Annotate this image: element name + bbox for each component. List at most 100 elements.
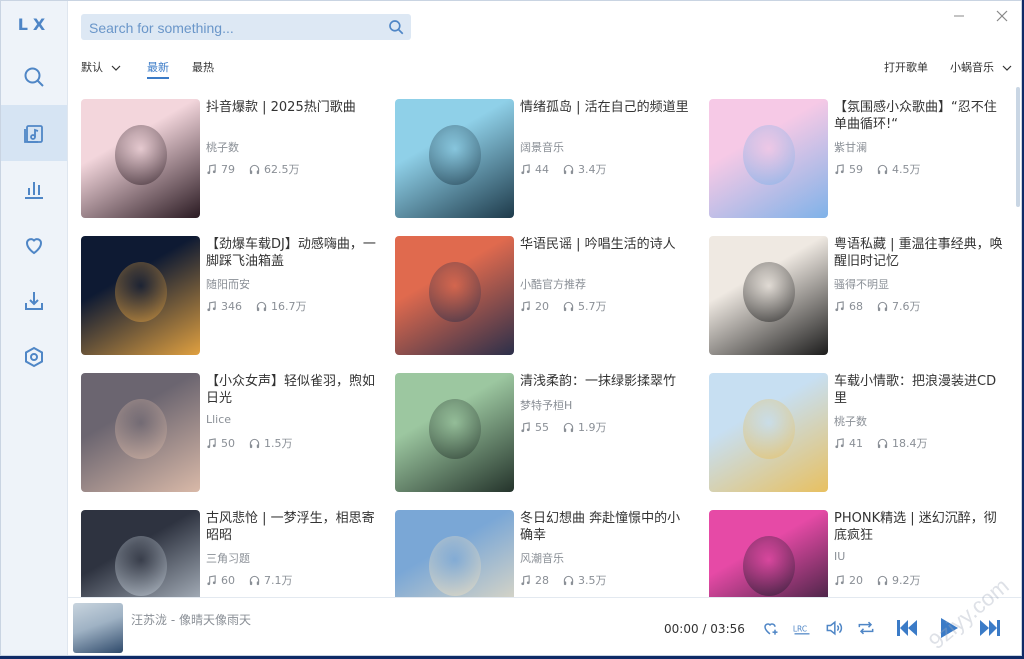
tab-active-indicator — [147, 77, 169, 79]
play-count: 3.5万 — [578, 574, 607, 587]
tab-hot[interactable]: 最热 — [192, 59, 214, 75]
playlist-title[interactable]: 【氛围感小众歌曲】“忍不住单曲循环!“ — [834, 99, 1004, 133]
music-note-icon — [521, 163, 530, 174]
playlist-card[interactable]: 车载小情歌：把浪漫装进CD里 桃子数 41 18.4万 — [709, 373, 1009, 493]
song-count: 41 — [849, 436, 863, 450]
playlist-cover[interactable] — [709, 373, 828, 492]
playlist-cover[interactable] — [81, 373, 200, 492]
playlist-stats: 55 1.9万 — [520, 419, 607, 435]
scrollbar-thumb[interactable] — [1016, 87, 1020, 207]
cover-artwork — [115, 125, 167, 185]
playlist-card[interactable]: 古风悲怆 | 一梦浮生，相思寄昭昭 三角习题 60 7.1万 — [81, 510, 381, 597]
playlist-title[interactable]: 车载小情歌：把浪漫装进CD里 — [834, 373, 1004, 407]
tab-new[interactable]: 最新 — [147, 59, 169, 75]
chart-icon — [25, 182, 43, 199]
minimize-icon[interactable] — [951, 8, 967, 24]
time-separator: / — [702, 622, 707, 636]
headphones-icon — [877, 575, 888, 585]
playlist-cover[interactable] — [395, 510, 514, 597]
source-dropdown[interactable]: 小蜗音乐 — [950, 59, 1012, 75]
playlist-title[interactable]: 【劲爆车载DJ】动感嗨曲，一脚踩飞油箱盖 — [206, 236, 376, 270]
chevron-down-icon — [1002, 65, 1011, 71]
close-icon[interactable] — [994, 8, 1010, 24]
playlist-card[interactable]: 【劲爆车载DJ】动感嗨曲，一脚踩飞油箱盖随阳而安 346 16.7万 — [81, 236, 381, 356]
player-track-title[interactable]: 汪苏泷 - 像晴天像雨天 — [131, 611, 251, 628]
playlist-card[interactable]: 华语民谣 | 吟唱生活的诗人 小酷官方推荐 20 5.7万 — [395, 236, 695, 356]
playlist-title[interactable]: 情绪孤岛 | 活在自己的频道里 — [520, 99, 690, 116]
player-time: 00:00 / 03:56 — [664, 622, 745, 636]
song-count: 28 — [535, 573, 549, 587]
playlist-card[interactable]: 抖音爆款 | 2025热门歌曲 桃子数 79 62.5万 — [81, 99, 381, 219]
song-count: 20 — [849, 573, 863, 587]
play-count: 1.9万 — [578, 421, 607, 434]
repeat-icon[interactable] — [856, 618, 876, 638]
playlist-cover[interactable] — [709, 510, 828, 597]
playlist-card[interactable]: 粤语私藏 | 重温往事经典，唤醒旧时记忆 骚得不明显 68 7.6万 — [709, 236, 1009, 356]
playlist-stats: 60 7.1万 — [206, 572, 293, 588]
playlist-title[interactable]: PHONK精选 | 迷幻沉醉，彻底疯狂 — [834, 510, 1004, 544]
headphones-icon — [563, 575, 574, 585]
download-icon — [25, 292, 43, 310]
source-label: 小蜗音乐 — [950, 61, 994, 74]
open-playlist-button[interactable]: 打开歌单 — [884, 59, 928, 75]
playlist-stats: 68 7.6万 — [834, 298, 921, 314]
sidebar-item-search[interactable] — [1, 49, 67, 105]
music-note-icon — [835, 300, 844, 311]
sidebar-item-download[interactable] — [1, 273, 67, 329]
headphones-icon — [256, 301, 267, 311]
music-note-icon — [521, 574, 530, 585]
play-count: 9.2万 — [892, 574, 921, 587]
search-input[interactable] — [87, 17, 381, 39]
headphones-icon — [249, 164, 260, 174]
playlist-title[interactable]: 华语民谣 | 吟唱生活的诗人 — [520, 236, 690, 253]
playlist-cover[interactable] — [709, 236, 828, 355]
playlist-card[interactable]: 冬日幻想曲 奔赴憧憬中的小确幸风潮音乐 28 3.5万 — [395, 510, 695, 597]
playlist-author: 随阳而安 — [206, 278, 250, 291]
playlist-author: 小酷官方推荐 — [520, 278, 586, 291]
playlist-title[interactable]: 清浅柔韵：一抹绿影揉翠竹 — [520, 373, 690, 390]
add-to-list-icon[interactable] — [760, 618, 780, 638]
playlist-cover[interactable] — [81, 99, 200, 218]
song-count: 50 — [221, 436, 235, 450]
cover-artwork — [429, 262, 481, 322]
playlist-cover[interactable] — [81, 236, 200, 355]
sidebar-item-charts[interactable] — [1, 161, 67, 217]
lyrics-icon[interactable]: LRC — [792, 618, 812, 638]
sidebar-item-favorites[interactable] — [1, 217, 67, 273]
playlist-author: IU — [834, 550, 846, 563]
playlist-grid: 抖音爆款 | 2025热门歌曲 桃子数 79 62.5万 情绪孤岛 | 活在自己的频道里… — [81, 99, 1011, 597]
playlist-cover[interactable] — [81, 510, 200, 597]
cover-artwork — [743, 536, 795, 596]
playlist-title[interactable]: 抖音爆款 | 2025热门歌曲 — [206, 99, 376, 116]
playlist-author: 风潮音乐 — [520, 552, 564, 565]
sidebar: LX — [1, 1, 68, 655]
search-icon[interactable] — [387, 18, 405, 36]
playlist-title[interactable]: 古风悲怆 | 一梦浮生，相思寄昭昭 — [206, 510, 376, 544]
playlist-author: 阔景音乐 — [520, 141, 564, 154]
music-note-icon — [207, 300, 216, 311]
volume-icon[interactable] — [824, 618, 844, 638]
play-count: 62.5万 — [264, 163, 300, 176]
playlist-card[interactable]: 【氛围感小众歌曲】“忍不住单曲循环!“ 紫甘澜 59 4.5万 — [709, 99, 1009, 219]
playlist-stats: 346 16.7万 — [206, 298, 307, 314]
playlist-card[interactable]: 情绪孤岛 | 活在自己的频道里 阔景音乐 44 3.4万 — [395, 99, 695, 219]
playlist-card[interactable]: PHONK精选 | 迷幻沉醉，彻底疯狂 IU 20 9.2万 — [709, 510, 1009, 597]
player-cover[interactable] — [73, 603, 123, 653]
sort-dropdown[interactable]: 默认 — [81, 59, 121, 75]
playlist-card[interactable]: 清浅柔韵：一抹绿影揉翠竹 梦特予桓H 55 1.9万 — [395, 373, 695, 493]
playlist-cover[interactable] — [395, 236, 514, 355]
sidebar-item-settings[interactable] — [1, 329, 67, 385]
time-total: 03:56 — [710, 622, 745, 636]
playlist-title[interactable]: 【小众女声】轻似雀羽，煦如日光 — [206, 373, 376, 407]
sidebar-item-song-list[interactable] — [1, 105, 67, 161]
playlist-cover[interactable] — [395, 99, 514, 218]
music-note-icon — [521, 300, 530, 311]
playlist-card[interactable]: 【小众女声】轻似雀羽，煦如日光 Llice 50 1.5万 — [81, 373, 381, 493]
previous-track-icon[interactable] — [894, 615, 920, 641]
app-window: LX 默认 最新 最热 打开歌单 小蜗音乐 — [0, 0, 1022, 656]
playlist-cover[interactable] — [395, 373, 514, 492]
playlist-title[interactable]: 冬日幻想曲 奔赴憧憬中的小确幸 — [520, 510, 690, 544]
playlist-title[interactable]: 粤语私藏 | 重温往事经典，唤醒旧时记忆 — [834, 236, 1004, 270]
playlist-cover[interactable] — [709, 99, 828, 218]
play-count: 3.4万 — [578, 163, 607, 176]
